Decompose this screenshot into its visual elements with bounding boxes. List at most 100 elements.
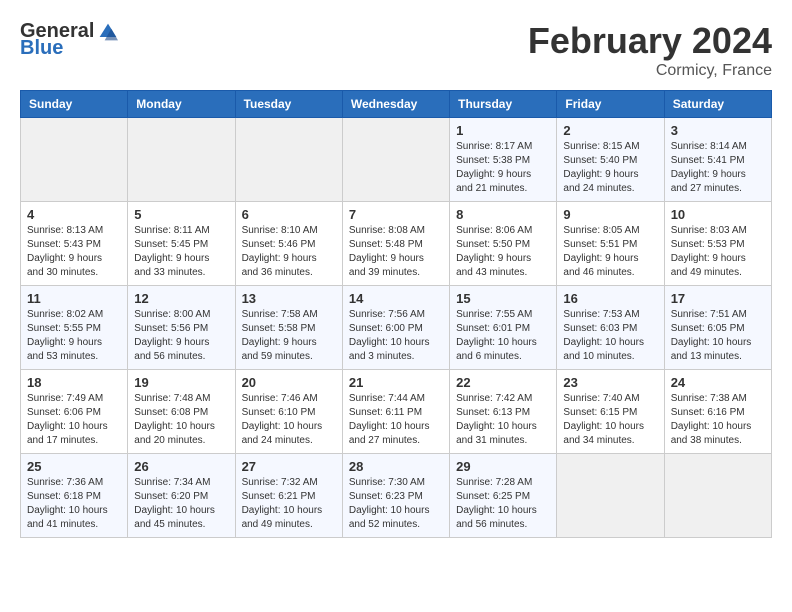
day-info: Sunrise: 7:30 AM Sunset: 6:23 PM Dayligh… <box>349 476 443 532</box>
day-number: 8 <box>456 207 550 222</box>
day-number: 21 <box>349 375 443 390</box>
week-row-5: 25 Sunrise: 7:36 AM Sunset: 6:18 PM Dayli… <box>21 454 772 538</box>
day-info: Sunrise: 8:15 AM Sunset: 5:40 PM Dayligh… <box>563 140 657 196</box>
day-number: 13 <box>242 291 336 306</box>
day-cell: 26 Sunrise: 7:34 AM Sunset: 6:20 PM Dayli… <box>128 454 235 538</box>
day-number: 9 <box>563 207 657 222</box>
day-cell: 14 Sunrise: 7:56 AM Sunset: 6:00 PM Dayli… <box>342 286 449 370</box>
day-cell: 27 Sunrise: 7:32 AM Sunset: 6:21 PM Dayli… <box>235 454 342 538</box>
day-number: 24 <box>671 375 765 390</box>
day-number: 25 <box>27 459 121 474</box>
day-cell: 25 Sunrise: 7:36 AM Sunset: 6:18 PM Dayli… <box>21 454 128 538</box>
day-cell: 12Sunrise: 8:00 AM Sunset: 5:56 PM Dayli… <box>128 286 235 370</box>
day-cell: 3Sunrise: 8:14 AM Sunset: 5:41 PM Daylig… <box>664 118 771 202</box>
header-cell-sunday: Sunday <box>21 91 128 118</box>
day-info: Sunrise: 8:05 AM Sunset: 5:51 PM Dayligh… <box>563 224 657 280</box>
day-cell: 15 Sunrise: 7:55 AM Sunset: 6:01 PM Dayli… <box>450 286 557 370</box>
week-row-4: 18 Sunrise: 7:49 AM Sunset: 6:06 PM Dayli… <box>21 370 772 454</box>
day-number: 27 <box>242 459 336 474</box>
day-info: Sunrise: 8:02 AM Sunset: 5:55 PM Dayligh… <box>27 308 121 364</box>
day-info: Sunrise: 7:36 AM Sunset: 6:18 PM Dayligh… <box>27 476 121 532</box>
day-cell: 23 Sunrise: 7:40 AM Sunset: 6:15 PM Dayli… <box>557 370 664 454</box>
day-info: Sunrise: 7:53 AM Sunset: 6:03 PM Dayligh… <box>563 308 657 364</box>
day-cell: 20Sunrise: 7:46 AM Sunset: 6:10 PM Dayli… <box>235 370 342 454</box>
day-cell: 5 Sunrise: 8:11 AM Sunset: 5:45 PM Daylig… <box>128 202 235 286</box>
day-info: Sunrise: 8:13 AM Sunset: 5:43 PM Dayligh… <box>27 224 121 280</box>
day-number: 19 <box>134 375 228 390</box>
day-cell: 24 Sunrise: 7:38 AM Sunset: 6:16 PM Dayli… <box>664 370 771 454</box>
day-info: Sunrise: 7:58 AM Sunset: 5:58 PM Dayligh… <box>242 308 336 364</box>
day-info: Sunrise: 8:10 AM Sunset: 5:46 PM Dayligh… <box>242 224 336 280</box>
day-info: Sunrise: 7:49 AM Sunset: 6:06 PM Dayligh… <box>27 392 121 448</box>
day-number: 3 <box>671 123 765 138</box>
day-number: 1 <box>456 123 550 138</box>
calendar-header: SundayMondayTuesdayWednesdayThursdayFrid… <box>21 91 772 118</box>
day-cell <box>664 454 771 538</box>
day-info: Sunrise: 8:17 AM Sunset: 5:38 PM Dayligh… <box>456 140 550 196</box>
day-number: 15 <box>456 291 550 306</box>
location-title: Cormicy, France <box>528 62 772 80</box>
day-info: Sunrise: 7:28 AM Sunset: 6:25 PM Dayligh… <box>456 476 550 532</box>
day-cell: 21Sunrise: 7:44 AM Sunset: 6:11 PM Dayli… <box>342 370 449 454</box>
day-cell: 19 Sunrise: 7:48 AM Sunset: 6:08 PM Dayli… <box>128 370 235 454</box>
day-cell <box>342 118 449 202</box>
day-cell: 6 Sunrise: 8:10 AM Sunset: 5:46 PM Daylig… <box>235 202 342 286</box>
header-cell-saturday: Saturday <box>664 91 771 118</box>
day-info: Sunrise: 7:32 AM Sunset: 6:21 PM Dayligh… <box>242 476 336 532</box>
day-number: 12 <box>134 291 228 306</box>
day-info: Sunrise: 7:42 AM Sunset: 6:13 PM Dayligh… <box>456 392 550 448</box>
day-cell: 17Sunrise: 7:51 AM Sunset: 6:05 PM Dayli… <box>664 286 771 370</box>
day-number: 5 <box>134 207 228 222</box>
day-cell <box>557 454 664 538</box>
day-info: Sunrise: 7:56 AM Sunset: 6:00 PM Dayligh… <box>349 308 443 364</box>
day-info: Sunrise: 7:46 AM Sunset: 6:10 PM Dayligh… <box>242 392 336 448</box>
day-cell <box>128 118 235 202</box>
day-cell: 4 Sunrise: 8:13 AM Sunset: 5:43 PM Daylig… <box>21 202 128 286</box>
day-cell: 9 Sunrise: 8:05 AM Sunset: 5:51 PM Daylig… <box>557 202 664 286</box>
day-info: Sunrise: 8:08 AM Sunset: 5:48 PM Dayligh… <box>349 224 443 280</box>
day-number: 14 <box>349 291 443 306</box>
day-number: 4 <box>27 207 121 222</box>
day-info: Sunrise: 7:40 AM Sunset: 6:15 PM Dayligh… <box>563 392 657 448</box>
day-cell: 8 Sunrise: 8:06 AM Sunset: 5:50 PM Daylig… <box>450 202 557 286</box>
day-number: 11 <box>27 291 121 306</box>
day-cell: 1 Sunrise: 8:17 AM Sunset: 5:38 PM Daylig… <box>450 118 557 202</box>
day-number: 23 <box>563 375 657 390</box>
day-cell: 13 Sunrise: 7:58 AM Sunset: 5:58 PM Dayli… <box>235 286 342 370</box>
day-info: Sunrise: 8:03 AM Sunset: 5:53 PM Dayligh… <box>671 224 765 280</box>
week-row-1: 1 Sunrise: 8:17 AM Sunset: 5:38 PM Daylig… <box>21 118 772 202</box>
day-cell: 10 Sunrise: 8:03 AM Sunset: 5:53 PM Dayli… <box>664 202 771 286</box>
day-info: Sunrise: 7:38 AM Sunset: 6:16 PM Dayligh… <box>671 392 765 448</box>
title-block: February 2024 Cormicy, France <box>528 20 772 80</box>
day-number: 22 <box>456 375 550 390</box>
header-cell-friday: Friday <box>557 91 664 118</box>
header-cell-monday: Monday <box>128 91 235 118</box>
day-cell: 29Sunrise: 7:28 AM Sunset: 6:25 PM Dayli… <box>450 454 557 538</box>
day-number: 6 <box>242 207 336 222</box>
logo: General Blue <box>20 20 118 60</box>
month-title: February 2024 <box>528 20 772 62</box>
day-info: Sunrise: 7:48 AM Sunset: 6:08 PM Dayligh… <box>134 392 228 448</box>
day-number: 16 <box>563 291 657 306</box>
day-number: 26 <box>134 459 228 474</box>
day-info: Sunrise: 8:11 AM Sunset: 5:45 PM Dayligh… <box>134 224 228 280</box>
header-cell-thursday: Thursday <box>450 91 557 118</box>
day-cell: 22 Sunrise: 7:42 AM Sunset: 6:13 PM Dayli… <box>450 370 557 454</box>
header-cell-tuesday: Tuesday <box>235 91 342 118</box>
day-info: Sunrise: 7:55 AM Sunset: 6:01 PM Dayligh… <box>456 308 550 364</box>
day-number: 18 <box>27 375 121 390</box>
day-number: 17 <box>671 291 765 306</box>
day-number: 7 <box>349 207 443 222</box>
logo-icon <box>98 22 118 42</box>
day-cell: 7 Sunrise: 8:08 AM Sunset: 5:48 PM Daylig… <box>342 202 449 286</box>
week-row-3: 11 Sunrise: 8:02 AM Sunset: 5:55 PM Dayli… <box>21 286 772 370</box>
day-cell <box>21 118 128 202</box>
header-row: SundayMondayTuesdayWednesdayThursdayFrid… <box>21 91 772 118</box>
day-number: 2 <box>563 123 657 138</box>
day-cell: 16 Sunrise: 7:53 AM Sunset: 6:03 PM Dayli… <box>557 286 664 370</box>
page-header: General Blue February 2024 Cormicy, Fran… <box>20 20 772 80</box>
day-info: Sunrise: 8:06 AM Sunset: 5:50 PM Dayligh… <box>456 224 550 280</box>
header-cell-wednesday: Wednesday <box>342 91 449 118</box>
day-number: 10 <box>671 207 765 222</box>
day-info: Sunrise: 7:34 AM Sunset: 6:20 PM Dayligh… <box>134 476 228 532</box>
